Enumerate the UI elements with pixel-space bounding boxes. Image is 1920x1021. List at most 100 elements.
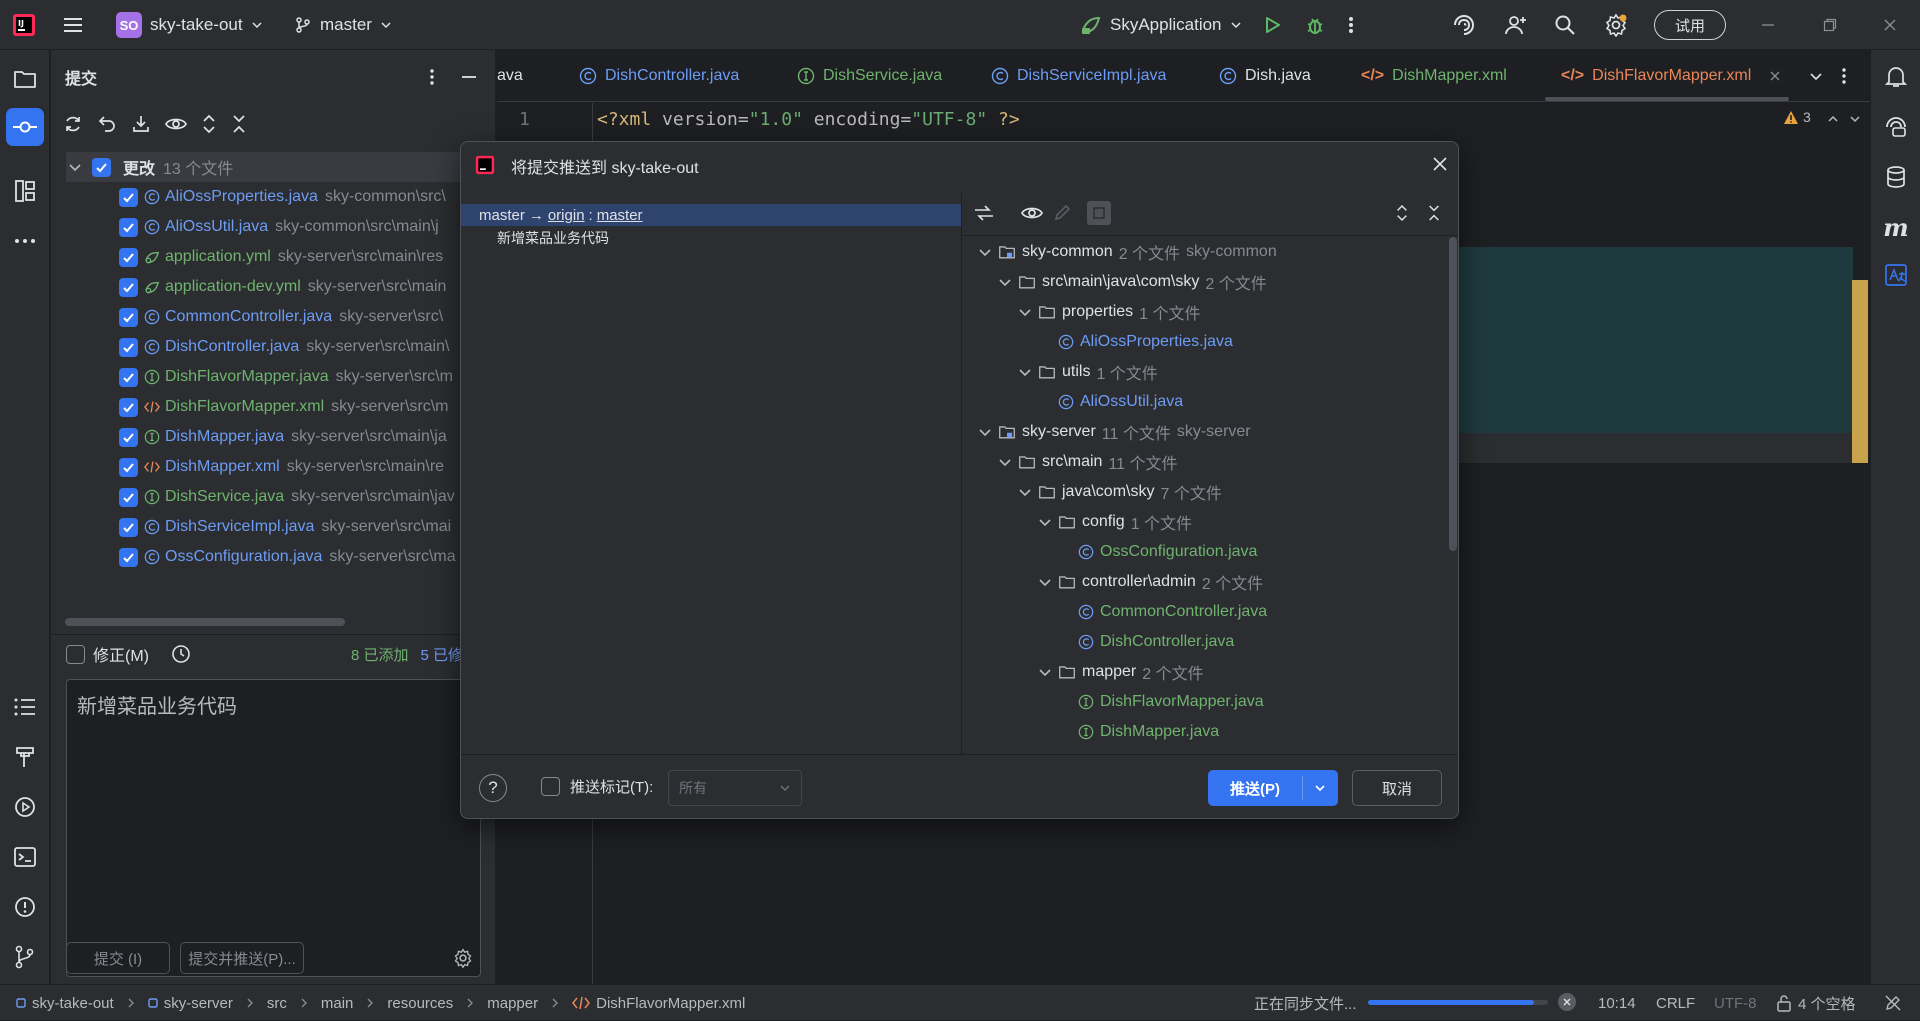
amend-checkbox[interactable] — [66, 644, 85, 664]
list-item[interactable]: CommonController.java sky-server\src\ — [119, 302, 443, 332]
services-run-icon[interactable] — [10, 792, 40, 822]
list-item[interactable]: application-dev.yml sky-server\src\main — [119, 272, 446, 302]
file-checkbox[interactable] — [119, 487, 138, 507]
changes-group-row[interactable]: 更改 13 个文件 — [68, 152, 233, 182]
tree-item[interactable]: controller\admin 2 个文件 — [1038, 567, 1263, 597]
breadcrumb-segment[interactable]: main — [321, 995, 354, 1012]
more-tools-icon[interactable] — [10, 226, 40, 256]
main-menu-icon[interactable] — [62, 0, 84, 50]
group-by-icon[interactable] — [1087, 201, 1111, 225]
project-selector[interactable]: SO sky-take-out — [116, 0, 263, 50]
file-checkbox[interactable] — [119, 307, 138, 327]
todo-list-icon[interactable] — [10, 692, 40, 722]
ai-assistant-icon[interactable] — [1452, 0, 1476, 50]
tree-item[interactable]: DishController.java — [1078, 627, 1234, 657]
editor-tab-active[interactable]: </> DishFlavorMapper.xml — [1561, 50, 1781, 101]
push-button[interactable]: 推送(P) — [1208, 770, 1338, 806]
list-item[interactable]: DishMapper.java sky-server\src\main\ja — [119, 422, 447, 452]
rollback-icon[interactable] — [97, 114, 117, 134]
push-tags-select[interactable]: 所有 — [668, 770, 802, 806]
file-encoding[interactable]: UTF-8 — [1714, 985, 1757, 1021]
caret-position[interactable]: 10:14 — [1598, 985, 1636, 1021]
more-actions-icon[interactable] — [1348, 0, 1354, 50]
chevron-down-icon[interactable] — [1038, 515, 1052, 529]
problems-icon[interactable] — [10, 892, 40, 922]
push-tags-checkbox[interactable] — [541, 777, 560, 796]
cancel-button[interactable]: 取消 — [1352, 770, 1442, 806]
line-separator[interactable]: CRLF — [1656, 985, 1695, 1021]
editor-tab[interactable]: DishService.java — [797, 50, 942, 101]
project-folder-icon[interactable] — [10, 64, 40, 94]
expand-all-icon[interactable] — [201, 114, 217, 134]
history-clock-icon[interactable] — [171, 644, 191, 664]
file-checkbox[interactable] — [119, 217, 138, 237]
database-icon[interactable] — [1881, 162, 1911, 192]
tree-item[interactable]: DishFlavorMapper.java — [1078, 687, 1264, 717]
editor-tab[interactable]: DishController.java — [579, 50, 739, 101]
changes-group-checkbox[interactable] — [92, 157, 111, 177]
minimize-icon[interactable] — [1760, 0, 1776, 50]
breadcrumb-segment[interactable]: sky-take-out — [32, 995, 114, 1012]
expand-all-icon[interactable] — [1395, 204, 1409, 222]
list-item[interactable]: DishController.java sky-server\src\main\ — [119, 332, 449, 362]
amend-label[interactable]: 修正(M) — [93, 642, 149, 666]
list-item[interactable]: DishFlavorMapper.java sky-server\src\m — [119, 362, 453, 392]
breadcrumb-segment[interactable]: src — [267, 995, 287, 1012]
commit-tool-icon[interactable] — [6, 108, 44, 146]
editor-tab[interactable]: ava — [497, 50, 523, 101]
run-icon[interactable] — [1262, 0, 1282, 50]
settings-gear-icon[interactable] — [1604, 0, 1628, 50]
collapse-all-icon[interactable] — [1427, 204, 1441, 222]
commit-entry[interactable]: 新增菜品业务代码 — [497, 228, 609, 248]
push-tags-label[interactable]: 推送标记(T): — [570, 776, 653, 797]
run-config-selector[interactable]: SkyApplication — [1080, 0, 1242, 50]
update-download-icon[interactable] — [131, 114, 151, 134]
structure-icon[interactable] — [10, 176, 40, 206]
commit-settings-gear-icon[interactable] — [453, 948, 473, 968]
target-branch-link[interactable]: master — [597, 207, 643, 224]
read-only-toggle-icon[interactable] — [1884, 985, 1902, 1021]
branch-selector[interactable]: master — [294, 0, 392, 50]
push-options-chevron-icon[interactable] — [1314, 782, 1326, 794]
chevron-down-icon[interactable] — [1018, 485, 1032, 499]
chevron-down-icon[interactable] — [1018, 305, 1032, 319]
editor-tab[interactable]: DishServiceImpl.java — [991, 50, 1166, 101]
list-item[interactable]: DishServiceImpl.java sky-server\src\mai — [119, 512, 451, 542]
chevron-down-icon[interactable] — [978, 245, 992, 259]
file-checkbox[interactable] — [119, 367, 138, 387]
help-button[interactable]: ? — [479, 774, 507, 802]
git-icon[interactable] — [10, 942, 40, 972]
warnings-indicator[interactable]: 3 — [1783, 109, 1811, 125]
commit-message-input[interactable]: 新增菜品业务代码 — [66, 679, 481, 977]
file-checkbox[interactable] — [119, 337, 138, 357]
tree-item[interactable]: sky-common 2 个文件 sky-common — [978, 237, 1277, 267]
build-hammer-icon[interactable] — [10, 742, 40, 772]
list-item[interactable]: AliOssUtil.java sky-common\src\main\j — [119, 212, 439, 242]
list-item[interactable]: DishService.java sky-server\src\main\jav — [119, 482, 455, 512]
close-window-icon[interactable] — [1882, 0, 1898, 50]
maven-icon[interactable]: m — [1881, 212, 1911, 242]
breadcrumb-segment[interactable]: mapper — [487, 995, 538, 1012]
trial-button[interactable]: 试用 — [1654, 10, 1726, 40]
breadcrumb-segment[interactable]: resources — [387, 995, 453, 1012]
tree-item[interactable]: java\com\sky 7 个文件 — [1018, 477, 1222, 507]
cancel-sync-icon[interactable] — [1558, 993, 1576, 1011]
file-checkbox[interactable] — [119, 547, 138, 567]
tab-list-chevron-icon[interactable] — [1809, 50, 1823, 101]
restore-icon[interactable] — [1822, 0, 1838, 50]
tree-item[interactable]: sky-server 11 个文件 sky-server — [978, 417, 1251, 447]
file-checkbox[interactable] — [119, 397, 138, 417]
close-tab-icon[interactable] — [1769, 70, 1781, 82]
terminal-icon[interactable] — [10, 842, 40, 872]
chevron-down-icon[interactable] — [998, 275, 1012, 289]
commit-and-push-button[interactable]: 提交并推送(P)... — [180, 942, 304, 974]
indent-settings[interactable]: 4 个空格 — [1776, 985, 1856, 1021]
debug-icon[interactable] — [1304, 0, 1326, 50]
list-item[interactable]: DishFlavorMapper.xml sky-server\src\m — [119, 392, 448, 422]
panel-options-icon[interactable] — [429, 62, 435, 92]
list-item[interactable]: DishMapper.xml sky-server\src\main\re — [119, 452, 444, 482]
collapse-all-icon[interactable] — [231, 114, 247, 134]
diff-compare-icon[interactable] — [973, 202, 995, 224]
tree-item[interactable]: utils 1 个文件 — [1018, 357, 1158, 387]
tree-item[interactable]: src\main\java\com\sky 2 个文件 — [998, 267, 1267, 297]
